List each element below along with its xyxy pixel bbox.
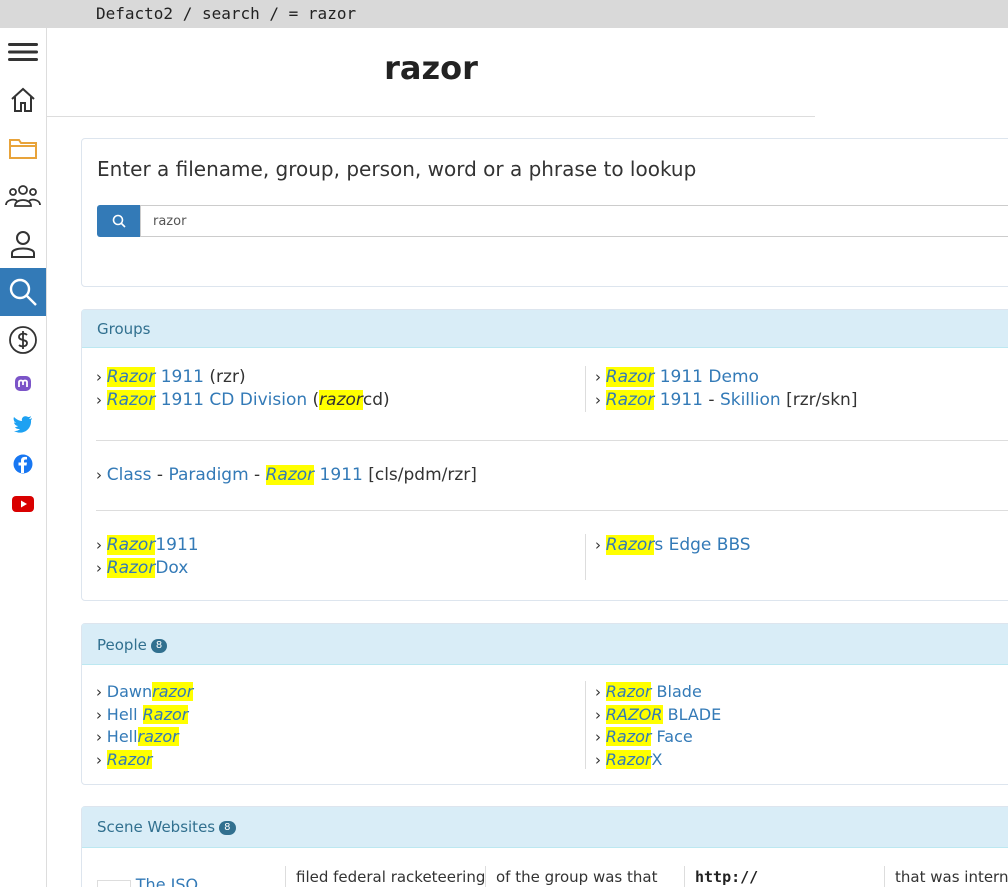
group-link[interactable]: Razor 1911 Demo — [605, 367, 759, 387]
people-left: › Dawnrazor › Hell Razor › Hellrazor › R… — [96, 681, 194, 772]
websites-row: The ISO... filed federal racketeering of… — [82, 848, 1008, 887]
website-thumbnail — [97, 879, 131, 887]
groups-row-1-left: › Razor 1911 (rzr) › Razor 1911 CD Divis… — [96, 366, 390, 412]
sidebar-item-mastodon[interactable] — [0, 364, 46, 404]
list-item: › Class - Paradigm - Razor 1911 [cls/pdm… — [96, 465, 477, 485]
groups-icon — [5, 185, 41, 207]
menu-toggle-button[interactable] — [0, 28, 46, 76]
search-submit-button[interactable] — [97, 205, 140, 237]
website-description: that was internal — [884, 866, 1008, 887]
mastodon-icon — [15, 376, 31, 391]
person-link[interactable]: RazorX — [605, 750, 662, 770]
groups-row-2: › Class - Paradigm - Razor 1911 [cls/pdm… — [82, 440, 1008, 510]
website-description: of the group was that — [485, 866, 657, 887]
groups-row-3-right: › Razors Edge BBS — [585, 534, 751, 580]
website-description: filed federal racketeering — [285, 866, 485, 887]
sidebar-item-people[interactable] — [0, 220, 46, 268]
list-item: › Razor 1911 (rzr) — [96, 367, 246, 387]
page-title: razor — [384, 49, 478, 87]
person-link[interactable]: Razor Blade — [605, 682, 702, 701]
list-item: › Razor 1911 CD Division (razorcd) — [96, 390, 390, 410]
search-input[interactable] — [140, 205, 1008, 237]
sidebar-item-donate[interactable] — [0, 316, 46, 364]
people-panel: People 8 › Dawnrazor › Hell Razor › Hellr… — [81, 623, 1008, 785]
person-icon — [11, 231, 35, 258]
list-item: › RAZOR BLADE — [595, 704, 722, 724]
groups-row-3: › Razor1911 › RazorDox › Razors Edge BBS — [82, 510, 1008, 600]
groups-panel: Groups › Razor 1911 (rzr) › Razor 1911 C… — [81, 309, 1008, 601]
group-link[interactable]: Class — [107, 465, 152, 485]
groups-row-1: › Razor 1911 (rzr) › Razor 1911 CD Divis… — [82, 348, 1008, 440]
list-item: › Razor Blade — [595, 682, 702, 701]
group-link[interactable]: Razor1911 — [106, 535, 199, 555]
sidebar-item-twitter[interactable] — [0, 404, 46, 444]
website-link[interactable]: The ISO... — [136, 875, 213, 887]
group-link[interactable]: Razors Edge BBS — [605, 535, 751, 555]
group-link[interactable]: RazorDox — [106, 558, 188, 578]
list-item: › Razor1911 — [96, 535, 199, 555]
sidebar — [0, 28, 47, 887]
search-prompt: Enter a filename, group, person, word or… — [97, 157, 697, 181]
person-link[interactable]: Hellrazor — [107, 727, 179, 747]
page-title-bar: razor — [47, 28, 815, 117]
group-link[interactable]: Razor 1911 — [106, 367, 204, 387]
count-badge: 8 — [219, 820, 236, 835]
website-item: The ISO... — [97, 874, 213, 887]
website-url: http:// — [684, 866, 758, 887]
home-icon — [11, 87, 35, 112]
search-icon — [9, 278, 37, 306]
folder-icon — [9, 139, 37, 159]
sidebar-item-search[interactable] — [0, 268, 46, 316]
groups-row-1-right: › Razor 1911 Demo › Razor 1911 - Skillio… — [585, 366, 857, 412]
group-link[interactable]: Razor 1911 — [265, 465, 363, 485]
list-item: › RazorDox — [96, 558, 189, 578]
list-item: › Razors Edge BBS — [595, 535, 751, 555]
person-link[interactable]: Dawnrazor — [107, 682, 194, 701]
dollar-icon — [9, 326, 37, 354]
list-item: › Razor Face — [595, 727, 693, 747]
person-link[interactable]: Razor Face — [605, 727, 693, 747]
person-link[interactable]: Hell Razor — [107, 704, 189, 724]
group-link[interactable]: Razor 1911 — [605, 390, 703, 410]
people-right: › Razor Blade › RAZOR BLADE › Razor Face… — [585, 681, 722, 770]
person-link[interactable]: Razor — [106, 750, 153, 770]
sidebar-item-youtube[interactable] — [0, 484, 46, 524]
groups-heading: Groups — [82, 310, 1008, 348]
list-item: › Hellrazor — [96, 727, 179, 747]
facebook-icon — [13, 454, 33, 474]
websites-heading: Scene Websites 8 — [82, 807, 1008, 848]
list-item: › RazorX — [595, 750, 663, 770]
sidebar-item-groups[interactable] — [0, 172, 46, 220]
sidebar-item-facebook[interactable] — [0, 444, 46, 484]
list-item: › Dawnrazor — [96, 682, 194, 701]
search-card: Enter a filename, group, person, word or… — [81, 138, 1008, 287]
sidebar-item-home[interactable] — [0, 76, 46, 124]
list-item: › Razor 1911 Demo — [595, 367, 759, 387]
breadcrumb: Defacto2 / search / = razor — [0, 0, 1008, 28]
main-content: razor Enter a filename, group, person, w… — [47, 28, 1008, 887]
people-heading: People 8 — [82, 624, 1008, 665]
youtube-icon — [12, 496, 34, 512]
search-icon — [112, 214, 126, 228]
twitter-icon — [13, 416, 32, 433]
hamburger-menu-icon — [8, 43, 38, 61]
person-link[interactable]: RAZOR BLADE — [605, 704, 721, 724]
websites-panel: Scene Websites 8 The ISO... filed federal… — [81, 806, 1008, 887]
group-link[interactable]: Razor 1911 CD Division — [106, 390, 307, 410]
list-item: › Hell Razor — [96, 704, 189, 724]
sidebar-item-files[interactable] — [0, 124, 46, 172]
group-link[interactable]: Skillion — [720, 390, 781, 410]
count-badge: 8 — [150, 638, 168, 653]
groups-row-3-left: › Razor1911 › RazorDox — [96, 534, 199, 580]
group-link[interactable]: Paradigm — [168, 465, 248, 485]
list-item: › Razor — [96, 750, 153, 770]
list-item: › Razor 1911 - Skillion [rzr/skn] — [595, 390, 858, 410]
